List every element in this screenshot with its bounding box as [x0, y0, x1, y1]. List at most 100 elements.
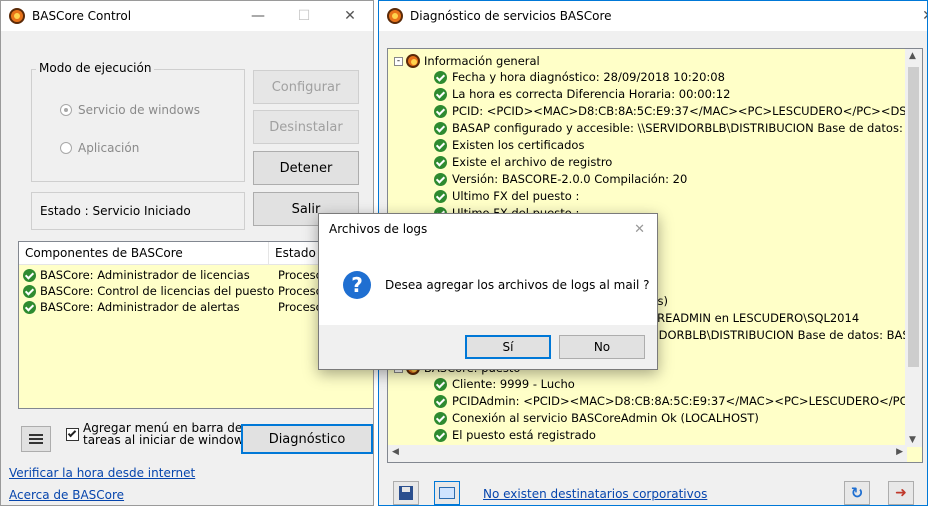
tree-item-text: Fecha y hora diagnóstico: 28/09/2018 10:… — [452, 70, 725, 84]
component-name: BASCore: Administrador de licencias — [40, 268, 250, 282]
minimize-button[interactable]: — — [235, 1, 281, 31]
diagnostics-button[interactable]: Diagnóstico — [241, 424, 373, 454]
verify-time-link[interactable]: Verificar la hora desde internet — [9, 466, 195, 480]
check-icon — [434, 189, 447, 203]
tree-item[interactable]: PCID: <PCID><MAC>D8:CB:8A:5C:E9:37</MAC>… — [434, 103, 923, 119]
tree-item[interactable]: Conexión al servicio BASCoreAdmin Ok (LO… — [434, 410, 759, 426]
tree-item-text: La hora es correcta Diferencia Horaria: … — [452, 87, 731, 101]
check-icon — [434, 104, 447, 118]
configure-button[interactable]: Configurar — [253, 70, 359, 104]
tree-item[interactable]: Fecha y hora diagnóstico: 28/09/2018 10:… — [434, 69, 725, 85]
about-link[interactable]: Acerca de BASCore — [9, 488, 124, 502]
taskbar-menu-checkbox[interactable]: Agregar menú en barra de tareas al inici… — [66, 422, 244, 446]
column-header-state[interactable]: Estado — [269, 246, 316, 260]
dialog-body: ? Desea agregar los archivos de logs al … — [319, 244, 657, 326]
exit-door-icon: ➜ — [895, 485, 907, 501]
scroll-down-icon[interactable]: ▼ — [909, 435, 916, 445]
tree-group-label: Información general — [424, 54, 540, 68]
component-state: Proceso — [278, 284, 323, 298]
scroll-right-icon[interactable]: ▶ — [896, 447, 903, 457]
tree-item-text: RVIDORBLB\DISTRIBUCION Base de datos: BA… — [640, 328, 918, 342]
radio-windows-service[interactable]: Servicio de windows — [60, 103, 200, 117]
radio-dot — [60, 104, 72, 116]
dialog-title: Archivos de logs — [329, 222, 428, 236]
tree-item[interactable]: Cliente: 9999 - Lucho — [434, 376, 575, 392]
send-mail-button[interactable] — [434, 481, 460, 505]
bascore-logo-icon — [9, 8, 25, 24]
close-button[interactable]: ✕ — [905, 1, 927, 31]
radio-dot — [60, 142, 72, 154]
check-icon — [434, 428, 447, 442]
tree-item-text: Cliente: 9999 - Lucho — [452, 377, 575, 391]
checkbox-checked-icon — [66, 427, 79, 441]
stop-button[interactable]: Detener — [253, 151, 359, 185]
tree-item-text: PCID: <PCID><MAC>D8:CB:8A:5C:E9:37</MAC>… — [452, 104, 923, 118]
tree-item[interactable]: Ultimo FX del puesto : — [434, 188, 579, 204]
yes-button[interactable]: Sí — [465, 335, 551, 359]
check-icon — [434, 411, 447, 425]
check-icon — [434, 394, 447, 408]
tree-group-general[interactable]: - Información general — [394, 53, 540, 69]
refresh-button[interactable]: ↻ — [844, 481, 870, 505]
dialog-message: Desea agregar los archivos de logs al ma… — [385, 278, 650, 292]
tree-item-text: BASAP configurado y accesible: \\SERVIDO… — [452, 121, 923, 135]
logs-dialog: Archivos de logs ✕ ? Desea agregar los a… — [318, 213, 658, 370]
radio-application[interactable]: Aplicación — [60, 141, 139, 155]
tree-item[interactable]: Existe el archivo de registro — [434, 154, 612, 170]
check-icon — [434, 377, 447, 391]
corporate-recipients-link[interactable]: No existen destinatarios corporativos — [483, 487, 707, 501]
tree-item[interactable]: Versión: BASCORE-2.0.0 Compilación: 20 — [434, 171, 687, 187]
tree-item-text: Existen los certificados — [452, 138, 585, 152]
uninstall-button[interactable]: Desinstalar — [253, 110, 359, 144]
scroll-up-icon[interactable]: ▲ — [909, 51, 916, 61]
tree-item[interactable]: El puesto está registrado — [434, 427, 596, 443]
exit-door-button[interactable]: ➜ — [888, 481, 914, 505]
horizontal-scrollbar[interactable]: ◀ ▶ — [388, 445, 907, 462]
tree-item-partial[interactable]: COREADMIN en LESCUDERO\SQL2014 — [640, 310, 859, 326]
component-state: Proceso — [278, 268, 323, 282]
vertical-scrollbar[interactable]: ▲ ▼ — [905, 49, 922, 447]
column-header-components[interactable]: Componentes de BASCore — [19, 242, 269, 265]
scroll-left-icon[interactable]: ◀ — [392, 447, 399, 457]
mode-group — [31, 69, 245, 182]
check-icon — [23, 300, 36, 314]
status-box: Estado : Servicio Iniciado — [31, 192, 245, 230]
check-icon — [434, 121, 447, 135]
mode-group-label: Modo de ejecución — [36, 61, 155, 75]
check-icon — [23, 268, 36, 282]
checkbox-label-line2: tareas al iniciar de window — [83, 433, 244, 447]
no-button[interactable]: No — [559, 335, 645, 359]
check-icon — [434, 70, 447, 84]
close-button[interactable]: ✕ — [327, 1, 373, 31]
tree-item[interactable]: La hora es correcta Diferencia Horaria: … — [434, 86, 730, 102]
check-icon — [434, 87, 447, 101]
diagnostics-window-title: Diagnóstico de servicios BASCore — [410, 9, 612, 23]
dialog-footer: Sí No — [319, 325, 657, 369]
radio-windows-service-label: Servicio de windows — [78, 103, 201, 117]
control-titlebar[interactable]: BASCore Control — ☐ ✕ — [1, 1, 373, 31]
tree-item-text: PCIDAdmin: <PCID><MAC>D8:CB:8A:5C:E9:37<… — [452, 394, 923, 408]
refresh-icon: ↻ — [850, 484, 864, 502]
maximize-button[interactable]: ☐ — [281, 1, 327, 31]
question-icon: ? — [343, 271, 371, 299]
component-state: Proceso — [278, 300, 323, 314]
dialog-close-button[interactable]: ✕ — [634, 222, 645, 237]
diagnostics-titlebar[interactable]: Diagnóstico de servicios BASCore ✕ — [379, 1, 927, 31]
tree-item-text: COREADMIN en LESCUDERO\SQL2014 — [640, 311, 860, 325]
tree-item-text: Conexión al servicio BASCoreAdmin Ok (LO… — [452, 411, 759, 425]
tree-item[interactable]: Existen los certificados — [434, 137, 584, 153]
floppy-disk-icon — [399, 486, 413, 500]
save-button[interactable] — [393, 481, 419, 505]
tree-item[interactable]: BASAP configurado y accesible: \\SERVIDO… — [434, 120, 923, 136]
check-icon — [434, 155, 447, 169]
hamburger-menu-button[interactable] — [21, 426, 51, 452]
tree-item[interactable]: PCIDAdmin: <PCID><MAC>D8:CB:8A:5C:E9:37<… — [434, 393, 923, 409]
bascore-logo-icon — [387, 8, 403, 24]
tree-item-partial[interactable]: RVIDORBLB\DISTRIBUCION Base de datos: BA… — [640, 327, 918, 343]
check-icon — [434, 138, 447, 152]
status-text: Estado : Servicio Iniciado — [40, 204, 191, 218]
scroll-thumb[interactable] — [908, 67, 919, 367]
dialog-titlebar[interactable]: Archivos de logs ✕ — [319, 214, 657, 244]
tree-item-text: Existe el archivo de registro — [452, 155, 613, 169]
collapse-icon[interactable]: - — [394, 56, 403, 66]
